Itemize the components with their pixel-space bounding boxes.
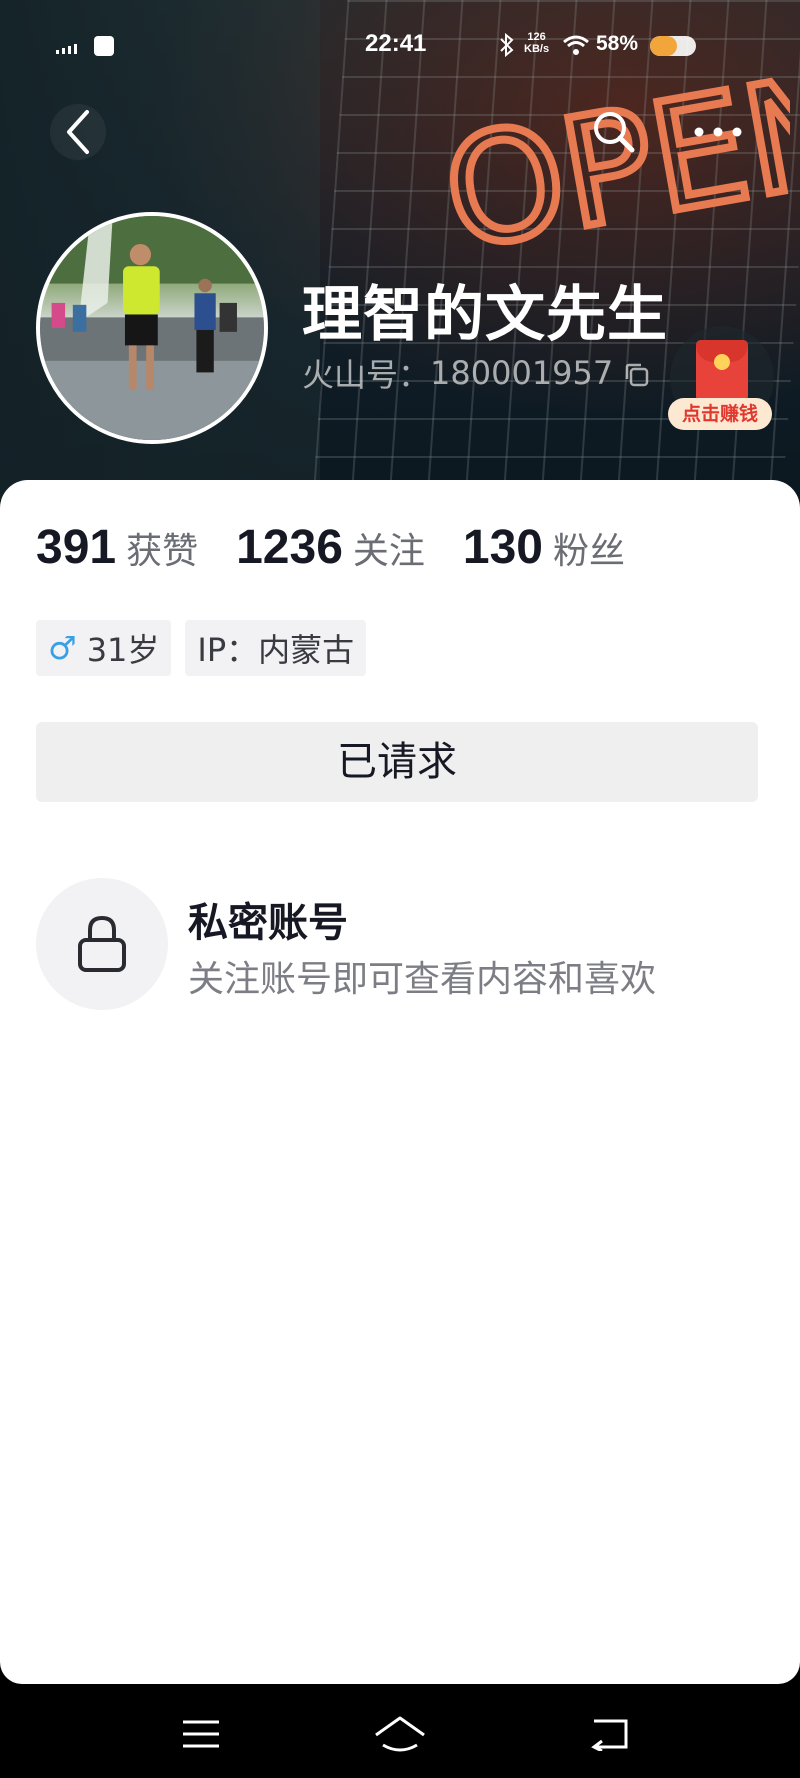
lock-icon bbox=[78, 915, 126, 972]
more-dots-icon bbox=[694, 127, 742, 137]
stat-followers[interactable]: 130 粉丝 bbox=[463, 520, 625, 575]
menu-icon bbox=[183, 1720, 219, 1748]
more-button[interactable] bbox=[690, 104, 746, 160]
home-button[interactable] bbox=[370, 1706, 430, 1762]
requested-button[interactable]: 已请求 bbox=[36, 722, 758, 802]
ip-location-tag: IP：内蒙古 bbox=[185, 620, 367, 676]
search-icon bbox=[594, 112, 635, 153]
cellular-signal-icon bbox=[56, 40, 82, 59]
stat-likes-value: 391 bbox=[36, 521, 117, 574]
stat-likes[interactable]: 391 获赞 bbox=[36, 520, 198, 575]
app-notification-icon bbox=[94, 36, 114, 56]
battery-icon bbox=[650, 36, 696, 56]
search-button[interactable] bbox=[586, 104, 642, 160]
stat-following-label: 关注 bbox=[352, 531, 425, 572]
private-account-notice: 私密账号 关注账号即可查看内容和喜欢 bbox=[36, 878, 776, 1010]
avatar-photo bbox=[40, 216, 264, 440]
profile-card: 391 获赞 1236 关注 130 粉丝 ♂ 31岁 IP：内蒙古 已请求 私… bbox=[0, 480, 800, 1684]
menu-button[interactable] bbox=[171, 1706, 231, 1762]
status-bar: 22:41 126 KB/s 58% bbox=[0, 28, 800, 64]
ip-location-text: IP：内蒙古 bbox=[197, 631, 355, 669]
profile-tags: ♂ 31岁 IP：内蒙古 bbox=[36, 620, 367, 676]
red-envelope-icon bbox=[696, 340, 748, 402]
user-id-label: 火山号： bbox=[302, 356, 431, 394]
stats-row: 391 获赞 1236 关注 130 粉丝 bbox=[36, 520, 663, 575]
back-nav-button[interactable] bbox=[580, 1706, 640, 1762]
system-navigation-bar bbox=[0, 1690, 800, 1778]
private-account-title: 私密账号 bbox=[188, 900, 348, 946]
network-speed: 126 KB/s bbox=[524, 31, 550, 55]
battery-percent: 58% bbox=[596, 32, 639, 55]
gender-age-tag: ♂ 31岁 bbox=[36, 620, 172, 676]
lock-icon-circle bbox=[36, 878, 168, 1010]
avatar[interactable] bbox=[36, 212, 268, 444]
wifi-icon bbox=[563, 34, 589, 61]
username: 理智的文先生 bbox=[302, 280, 668, 350]
home-icon bbox=[375, 1716, 425, 1752]
male-icon: ♂ bbox=[48, 629, 77, 667]
age-text: 31岁 bbox=[86, 631, 160, 669]
stat-following-value: 1236 bbox=[236, 521, 343, 574]
user-id-value: 180001957 bbox=[430, 354, 614, 392]
copy-icon[interactable] bbox=[623, 359, 651, 387]
user-id-row: 火山号： 180001957 bbox=[302, 350, 651, 396]
earn-money-label: 点击赚钱 bbox=[668, 398, 772, 430]
private-account-description: 关注账号即可查看内容和喜欢 bbox=[188, 959, 657, 1000]
chevron-left-icon bbox=[67, 110, 89, 154]
stat-followers-value: 130 bbox=[462, 521, 543, 574]
stat-likes-label: 获赞 bbox=[126, 531, 199, 572]
earn-money-button[interactable]: 点击赚钱 bbox=[668, 326, 774, 434]
stat-following[interactable]: 1236 关注 bbox=[236, 520, 425, 575]
return-icon bbox=[591, 1719, 628, 1751]
stat-followers-label: 粉丝 bbox=[553, 531, 626, 572]
status-time: 22:41 bbox=[365, 30, 427, 57]
back-button[interactable] bbox=[50, 104, 106, 160]
bluetooth-icon bbox=[498, 32, 516, 64]
